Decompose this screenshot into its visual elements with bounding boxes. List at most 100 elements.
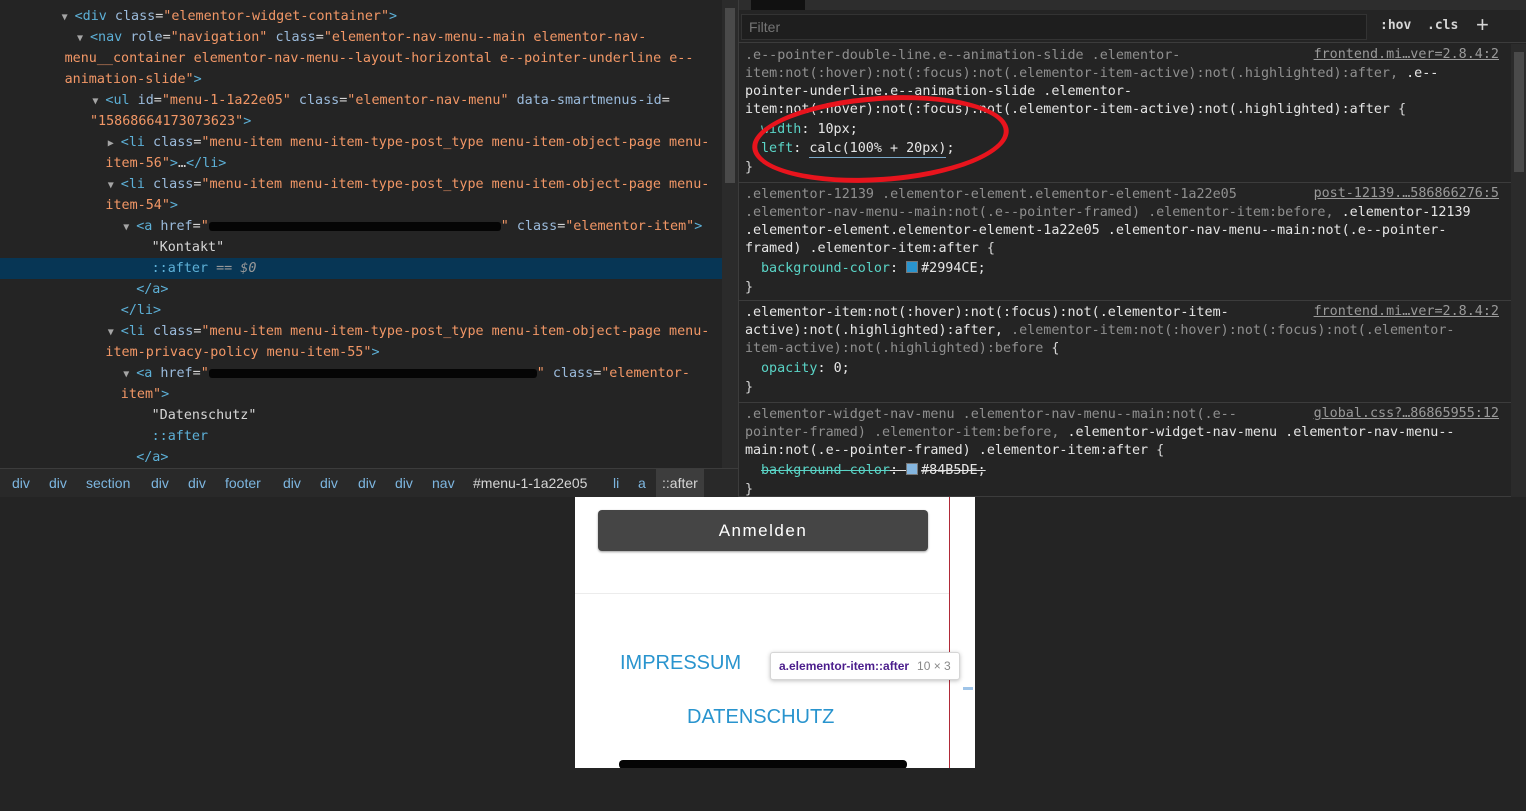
login-button[interactable]: Anmelden xyxy=(598,510,928,551)
expand-triangle-down-icon[interactable]: ▼ xyxy=(108,175,121,196)
breadcrumb-item[interactable]: div xyxy=(320,475,338,491)
expand-triangle-down-icon[interactable]: ▼ xyxy=(62,7,75,28)
inspector-tooltip: a.elementor-item::after 10 × 3 xyxy=(770,652,960,680)
rule-source-link[interactable]: frontend.mi…ver=2.8.4:2 xyxy=(1314,304,1499,319)
rule-close-brace: } xyxy=(745,482,754,497)
elements-panel: ▼ <div class="elementor-widget-container"… xyxy=(0,0,738,497)
breadcrumb-item[interactable]: div xyxy=(151,475,169,491)
rule-selector: main:not(.e--pointer-framed) .elementor-… xyxy=(745,443,1165,458)
expand-triangle-down-icon[interactable]: ▼ xyxy=(123,364,136,385)
dom-node-line[interactable]: ▼ <li class="menu-item menu-item-type-pos… xyxy=(0,321,722,342)
rule-selector: item:not(:hover):not(:focus):not(.elemen… xyxy=(745,66,1439,81)
dom-tree[interactable]: ▼ <div class="elementor-widget-container"… xyxy=(0,0,722,468)
dom-node-line[interactable]: ▼ <a href=" " class="elementor-item"> xyxy=(0,216,722,237)
rule-selector: .elementor-item:not(:hover):not(:focus):… xyxy=(745,305,1229,320)
styles-scrollbar[interactable] xyxy=(1511,44,1526,497)
breadcrumb-item[interactable]: nav xyxy=(432,475,455,491)
breadcrumb-item[interactable]: div xyxy=(49,475,67,491)
filter-input[interactable] xyxy=(741,14,1367,40)
inspector-guide-line xyxy=(949,497,950,768)
dom-node-line[interactable]: </a> xyxy=(0,279,722,300)
rule-selector: .elementor-12139 .elementor-element.elem… xyxy=(745,187,1237,202)
tooltip-dimensions: 10 × 3 xyxy=(917,659,951,673)
rule-close-brace: } xyxy=(745,160,754,175)
breadcrumb-item[interactable]: div xyxy=(188,475,206,491)
rule-selector: .e--pointer-double-line.e--animation-sli… xyxy=(745,48,1181,63)
active-tab[interactable] xyxy=(751,0,805,10)
dom-node-line[interactable]: ▶ <li class="menu-item menu-item-type-pos… xyxy=(0,132,722,153)
styles-panel: :hov .cls + frontend.mi…ver=2.8.4:2 .e--p… xyxy=(738,0,1526,497)
rule-close-brace: } xyxy=(745,380,754,395)
dom-tree-scroll-thumb[interactable] xyxy=(725,8,735,183)
breadcrumb-item[interactable]: a xyxy=(638,475,646,491)
breadcrumb-item[interactable]: div xyxy=(358,475,376,491)
tooltip-element-name: a.elementor-item::after xyxy=(779,659,910,673)
expand-triangle-right-icon[interactable]: ▶ xyxy=(108,133,121,154)
dom-node-line[interactable]: "Kontakt" xyxy=(0,237,722,258)
page-preview: Anmelden IMPRESSUM DATENSCHUTZ a.element… xyxy=(575,497,975,768)
dom-tree-scrollbar[interactable] xyxy=(722,0,738,468)
rule-source-link[interactable]: post-12139.…586866276:5 xyxy=(1314,186,1499,201)
new-style-rule-button[interactable]: + xyxy=(1476,12,1489,38)
breadcrumb-item[interactable]: section xyxy=(86,475,130,491)
dom-node-line[interactable]: animation-slide"> xyxy=(0,69,722,90)
dom-node-line[interactable]: "15868664173073623"> xyxy=(0,111,722,132)
redaction-bar xyxy=(619,760,907,768)
style-rule: global.css?…86865955:12 .elementor-widget… xyxy=(739,403,1511,497)
rule-close-brace: } xyxy=(745,280,754,295)
dom-node-line[interactable]: item-54"> xyxy=(0,195,722,216)
rule-selector: .elementor-widget-nav-menu .elementor-na… xyxy=(745,407,1237,422)
cls-toggle-button[interactable]: .cls xyxy=(1427,18,1458,33)
rule-source-link[interactable]: frontend.mi…ver=2.8.4:2 xyxy=(1314,47,1499,62)
dom-node-line[interactable]: item-privacy-policy menu-item-55"> xyxy=(0,342,722,363)
rule-selector: .elementor-element.elementor-element-1a2… xyxy=(745,223,1447,238)
dom-node-line[interactable]: ▼ <ul id="menu-1-1a22e05" class="elemento… xyxy=(0,90,722,111)
styles-filter-row: :hov .cls + xyxy=(739,10,1526,43)
dom-node-line[interactable]: ▼ <li class="menu-item menu-item-type-pos… xyxy=(0,174,722,195)
expand-triangle-down-icon[interactable]: ▼ xyxy=(92,91,105,112)
dom-node-line[interactable]: menu__container elementor-nav-menu--layo… xyxy=(0,48,722,69)
dom-node-line[interactable]: item-56">…</li> xyxy=(0,153,722,174)
breadcrumb-item[interactable]: div xyxy=(395,475,413,491)
dom-node-line[interactable]: </a> xyxy=(0,447,722,468)
rule-selector: .elementor-nav-menu--main:not(.e--pointe… xyxy=(745,205,1471,220)
nav-link-impressum[interactable]: IMPRESSUM xyxy=(620,652,741,675)
dom-node-line[interactable]: "Datenschutz" xyxy=(0,405,722,426)
breadcrumb-item[interactable]: ::after xyxy=(656,469,704,497)
color-swatch-icon[interactable] xyxy=(906,261,919,273)
css-property[interactable]: opacity: 0; xyxy=(761,360,850,378)
dom-node-selected[interactable]: ::after == $0 xyxy=(0,258,722,279)
dom-node-line[interactable]: ::after xyxy=(0,426,722,447)
dom-node-line[interactable]: ▼ <nav role="navigation" class="elementor… xyxy=(0,27,722,48)
breadcrumb-item[interactable]: footer xyxy=(225,475,261,491)
rule-selector: framed) .elementor-item:after { xyxy=(745,241,995,256)
rule-selector: pointer-framed) .elementor-item:before, … xyxy=(745,425,1455,440)
rule-selector: item-active):not(.highlighted):before { xyxy=(745,341,1060,356)
css-property[interactable]: background-color: #84B5DE; xyxy=(761,462,986,480)
dom-node-line[interactable]: </li> xyxy=(0,300,722,321)
dom-node-line[interactable]: item"> xyxy=(0,384,722,405)
breadcrumb-item[interactable]: li xyxy=(613,475,619,491)
style-rule: frontend.mi…ver=2.8.4:2 .elementor-item:n… xyxy=(739,301,1511,403)
breadcrumb-item[interactable]: div xyxy=(283,475,301,491)
rule-selector: active):not(.highlighted):after, .elemen… xyxy=(745,323,1455,338)
section-divider xyxy=(575,593,950,594)
styles-tab-bar xyxy=(739,0,1526,10)
breadcrumb-item[interactable]: div xyxy=(12,475,30,491)
dom-node-line[interactable]: ▼ <a href=" " class="elementor- xyxy=(0,363,722,384)
breadcrumb-item[interactable]: #menu-1-1a22e05 xyxy=(473,475,587,491)
color-swatch-icon[interactable] xyxy=(906,463,919,475)
style-rule: post-12139.…586866276:5 .elementor-12139 … xyxy=(739,183,1511,301)
css-property[interactable]: background-color: #2994CE; xyxy=(761,260,986,278)
expand-triangle-down-icon[interactable]: ▼ xyxy=(108,322,121,343)
expand-triangle-down-icon[interactable]: ▼ xyxy=(123,217,136,238)
nav-link-datenschutz[interactable]: DATENSCHUTZ xyxy=(687,706,834,729)
breadcrumb: div div section div div footer div div div div nav… xyxy=(0,468,738,497)
hov-toggle-button[interactable]: :hov xyxy=(1380,18,1411,33)
dom-node-line[interactable]: ▼ <div class="elementor-widget-container"… xyxy=(0,6,722,27)
inspected-element-highlight xyxy=(963,687,973,690)
styles-scroll-thumb[interactable] xyxy=(1514,52,1524,172)
rule-source-link[interactable]: global.css?…86865955:12 xyxy=(1314,406,1499,421)
devtools-window: ▼ <div class="elementor-widget-container"… xyxy=(0,0,1526,497)
expand-triangle-down-icon[interactable]: ▼ xyxy=(77,28,90,49)
